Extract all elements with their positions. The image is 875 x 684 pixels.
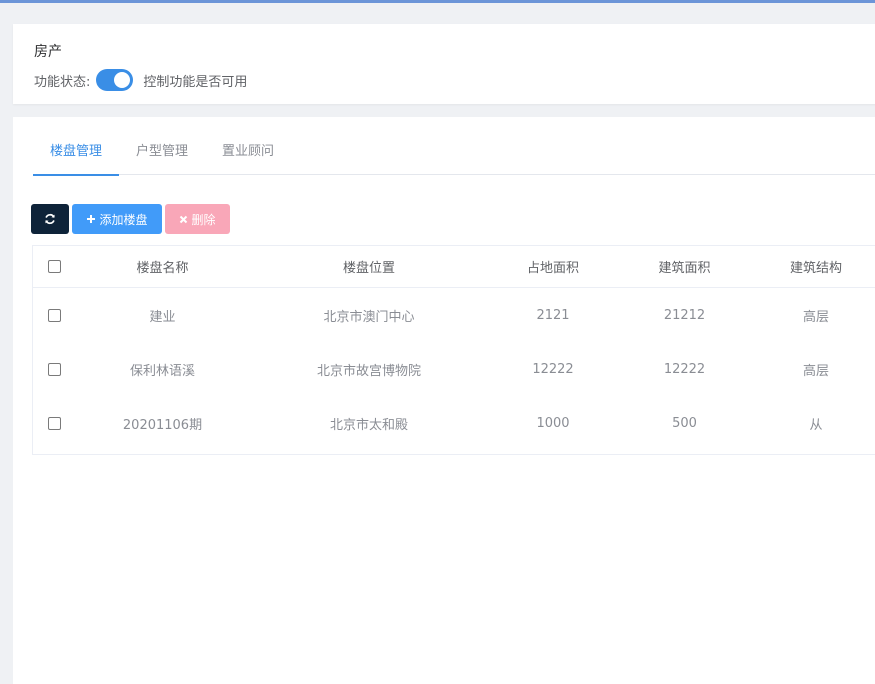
cell-structure: 从	[809, 417, 823, 433]
row-checkbox[interactable]	[47, 362, 61, 376]
buildings-table: 楼盘名称 楼盘位置 占地面积 建筑面积 建筑结构 建业 北京市澳门中心 2121…	[32, 245, 875, 455]
top-accent-line	[0, 0, 875, 3]
header-checkbox-cell	[33, 260, 75, 273]
add-building-label: 添加楼盘	[99, 212, 148, 227]
main-card: 楼盘管理 户型管理 置业顾问 添加楼盘 删除 楼盘名称 楼盘位置 占地面积 建筑…	[13, 117, 875, 684]
close-icon	[179, 215, 188, 224]
cell-location: 北京市故宫博物院	[316, 363, 421, 379]
cell-structure: 高层	[802, 309, 829, 325]
cell-land-area: 2121	[536, 307, 570, 323]
row-checkbox-cell	[33, 308, 75, 322]
toggle-knob	[114, 72, 131, 88]
cell-building-area: 21212	[663, 307, 706, 323]
cell-land-area: 1000	[536, 415, 570, 431]
table-row: 20201106期 北京市太和殿 1000 500 从	[33, 396, 875, 450]
table-header-row: 楼盘名称 楼盘位置 占地面积 建筑面积 建筑结构	[33, 246, 875, 288]
feature-toggle[interactable]	[96, 69, 134, 91]
add-building-button[interactable]: 添加楼盘	[72, 204, 162, 234]
refresh-button[interactable]	[31, 204, 69, 234]
column-header: 建筑面积	[658, 261, 711, 276]
refresh-icon	[44, 213, 56, 225]
column-header: 楼盘位置	[342, 261, 395, 276]
cell-building-name: 20201106期	[122, 417, 203, 433]
column-header: 建筑结构	[789, 261, 842, 276]
cell-location: 北京市澳门中心	[323, 309, 415, 325]
toggle-description: 控制功能是否可用	[143, 74, 248, 90]
cell-building-area: 500	[672, 415, 697, 431]
tabs-bar: 楼盘管理 户型管理 置业顾问	[33, 137, 875, 176]
column-header: 楼盘名称	[136, 261, 189, 276]
table-row: 保利林语溪 北京市故宫博物院 12222 12222 高层	[33, 342, 875, 396]
row-checkbox[interactable]	[47, 416, 61, 430]
cell-land-area: 12222	[532, 361, 574, 377]
row-checkbox[interactable]	[47, 308, 61, 322]
cell-building-area: 12222	[663, 361, 706, 377]
tab-sales-consultant[interactable]: 置业顾问	[205, 137, 291, 175]
row-checkbox-cell	[33, 416, 75, 430]
status-row: 功能状态: 控制功能是否可用	[34, 69, 247, 91]
cell-structure: 高层	[802, 363, 829, 379]
module-status-card: 房产 功能状态: 控制功能是否可用	[13, 24, 875, 104]
delete-button[interactable]: 删除	[165, 204, 230, 234]
cell-building-name: 保利林语溪	[129, 363, 195, 379]
column-header: 占地面积	[526, 261, 579, 276]
cell-building-name: 建业	[149, 309, 176, 325]
toolbar: 添加楼盘 删除	[31, 204, 230, 234]
delete-label: 删除	[191, 212, 216, 227]
status-label: 功能状态:	[34, 74, 91, 90]
select-all-checkbox[interactable]	[47, 260, 61, 273]
tab-building-management[interactable]: 楼盘管理	[33, 137, 120, 176]
cell-location: 北京市太和殿	[329, 417, 408, 433]
table-body: 建业 北京市澳门中心 2121 21212 高层 保利林语溪 北京市故宫博物院 …	[33, 288, 875, 454]
module-title: 房产	[34, 44, 62, 60]
row-checkbox-cell	[33, 362, 75, 376]
tab-unit-type-management[interactable]: 户型管理	[119, 137, 205, 175]
table-row: 建业 北京市澳门中心 2121 21212 高层	[33, 288, 875, 342]
plus-icon	[86, 214, 96, 224]
